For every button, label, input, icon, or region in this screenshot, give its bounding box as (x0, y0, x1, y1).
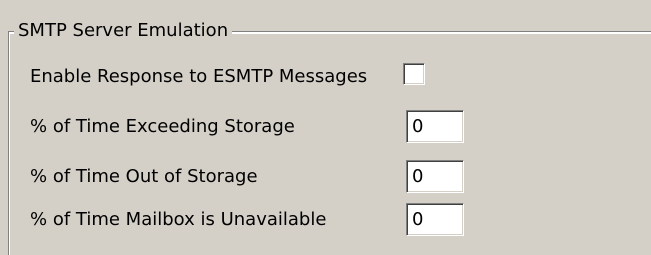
smtp-settings-panel: SMTP Server Emulation Enable Response to… (0, 0, 651, 255)
esmtp-row: Enable Response to ESMTP Messages (30, 60, 650, 94)
esmtp-checkbox[interactable] (403, 63, 425, 85)
mailbox-unavailable-label: % of Time Mailbox is Unavailable (30, 209, 327, 230)
out-of-storage-row: % of Time Out of Storage (30, 160, 650, 194)
exceeding-storage-label: % of Time Exceeding Storage (30, 116, 295, 137)
out-of-storage-input[interactable] (406, 160, 464, 193)
mailbox-unavailable-row: % of Time Mailbox is Unavailable (30, 203, 650, 237)
out-of-storage-label: % of Time Out of Storage (30, 166, 258, 187)
group-title: SMTP Server Emulation (14, 20, 233, 42)
exceeding-storage-input[interactable] (406, 110, 464, 143)
mailbox-unavailable-input[interactable] (406, 203, 464, 236)
exceeding-storage-row: % of Time Exceeding Storage (30, 110, 650, 144)
esmtp-label: Enable Response to ESMTP Messages (30, 66, 368, 87)
